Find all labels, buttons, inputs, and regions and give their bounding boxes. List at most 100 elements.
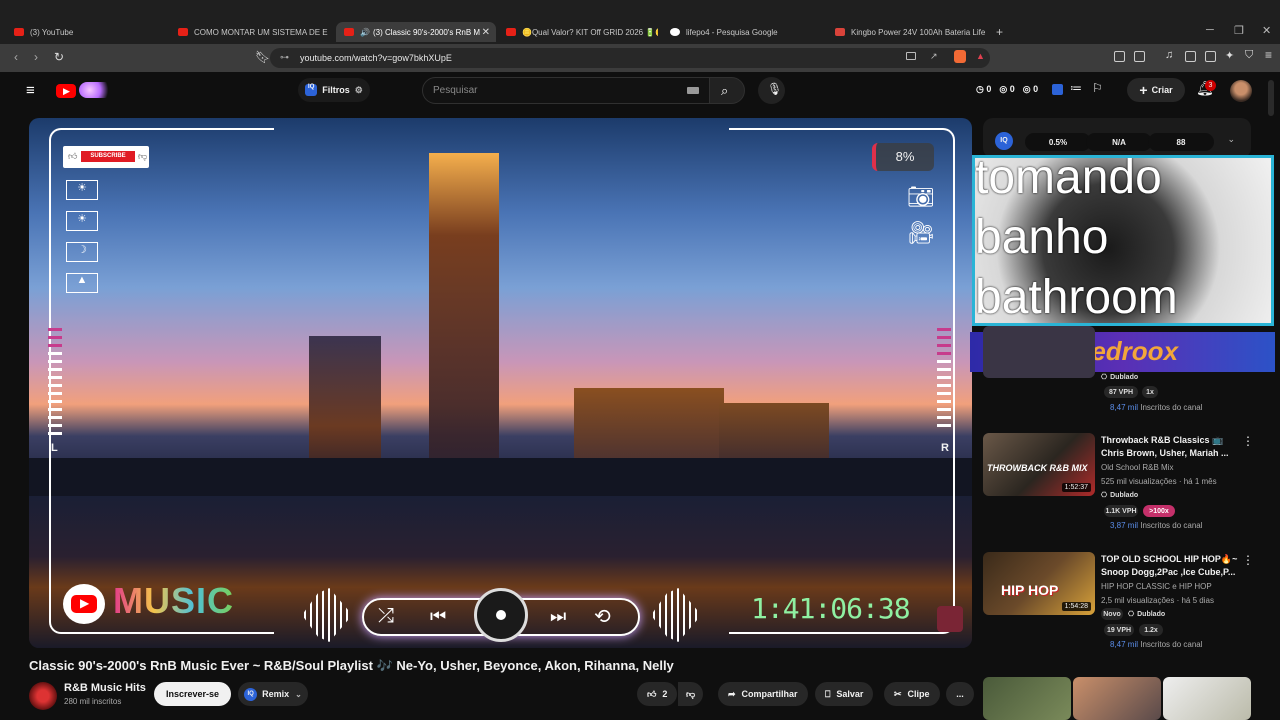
youtube-favicon-icon: [506, 28, 516, 36]
vpn-icon[interactable]: ⛉: [1245, 49, 1253, 62]
duration-badge: 1:52:37: [1061, 483, 1091, 492]
scissors-icon: ✂: [894, 688, 902, 699]
youtube-logo[interactable]: ▶: [56, 84, 76, 98]
video-player[interactable]: 👍︎ SUBSCRIBE 👎︎ ☀ ☀ ☽ ▲ L R 8% 📷︎ 🎥︎ ▶ M…: [29, 118, 972, 648]
hamburger-menu-icon[interactable]: ≡: [26, 82, 35, 99]
more-options-icon[interactable]: ⋮: [1242, 553, 1254, 567]
channel-subs: 3,87 mil Inscritos do canal: [1110, 521, 1203, 530]
back-icon[interactable]: ‹: [14, 50, 18, 64]
video-thumbnail[interactable]: [983, 326, 1095, 378]
filters-button[interactable]: IQ Filtros ⚙: [298, 78, 370, 102]
stat-pill: N/A: [1086, 133, 1152, 151]
moon-icon: ☽: [66, 242, 98, 262]
iq-icon: IQ: [995, 132, 1013, 150]
avatar[interactable]: [1230, 80, 1252, 102]
close-window-icon[interactable]: ✕: [1262, 24, 1271, 37]
iq-icon[interactable]: [1052, 84, 1063, 95]
notifications-badge: 3: [1205, 80, 1216, 91]
extension-icon[interactable]: [1114, 51, 1125, 62]
dislike-button[interactable]: 👎︎: [678, 682, 704, 706]
close-tab-icon[interactable]: ✕: [482, 27, 490, 38]
extension-icon[interactable]: [1134, 51, 1145, 62]
save-button[interactable]: ⎕ Salvar: [815, 682, 874, 706]
remix-button[interactable]: IQ Remix ⌄: [238, 682, 308, 706]
video-title[interactable]: TOP OLD SCHOOL HIP HOP🔥~ Snoop Dogg,2Pac …: [1101, 553, 1241, 579]
music-icon[interactable]: ♫: [1165, 49, 1173, 61]
iq-icon: IQ: [305, 84, 318, 96]
ratio-chip: >100x: [1143, 505, 1175, 517]
more-options-icon[interactable]: ⋮: [1242, 434, 1254, 448]
tab-kingbo[interactable]: Kingbo Power 24V 100Ah Bateria Life: [835, 22, 985, 42]
share-button[interactable]: ➦ Compartilhar: [718, 682, 808, 706]
scrollbar[interactable]: [1268, 80, 1274, 116]
webcam-overlay: tomando banho bathroom: [972, 155, 1274, 326]
frame-left: [49, 128, 274, 634]
ai-icon[interactable]: ✦: [1225, 49, 1234, 62]
more-actions-button[interactable]: ...: [946, 682, 974, 706]
address-bar[interactable]: ⊶ youtube.com/watch?v=gow7bkhXUpE ↗ ▲: [270, 48, 990, 68]
previous-icon[interactable]: ⏮: [430, 606, 446, 627]
tab-como-montar[interactable]: COMO MONTAR UM SISTEMA DE EN: [178, 22, 328, 42]
keyboard-icon[interactable]: [687, 87, 699, 94]
overlay-caption: banho: [975, 211, 1109, 264]
short-thumbnail[interactable]: [1073, 677, 1161, 720]
bookmark-icon[interactable]: 🔖︎: [255, 50, 270, 64]
site-info-icon[interactable]: ⊶: [280, 52, 289, 63]
next-icon[interactable]: ⏭: [550, 606, 566, 627]
tab-lifepo4[interactable]: lifepo4 - Pesquisa Google: [670, 22, 820, 42]
channel-avatar[interactable]: [29, 682, 57, 710]
youtube-favicon-icon: [178, 28, 188, 36]
filter-sliders-icon: ⚙: [354, 84, 363, 95]
channel-name[interactable]: R&B Music Hits: [64, 682, 146, 694]
doodle-logo[interactable]: [79, 82, 115, 98]
clip-button[interactable]: ✂ Clipe: [884, 682, 940, 706]
record-disc-icon[interactable]: [474, 588, 528, 642]
thumbnail-icon: [937, 606, 963, 632]
maximize-icon[interactable]: ❐: [1234, 24, 1244, 37]
bookmark-icon: ⎕: [825, 688, 831, 699]
tab-classic-rnb[interactable]: 🔊 (3) Classic 90's-2000's RnB M ✕: [336, 22, 496, 42]
tab-kit-off-grid[interactable]: 🪙Qual Valor? KIT Off GRID 2026 🔋🪙: [506, 22, 658, 42]
video-thumbnail[interactable]: THROWBACK R&B MIX 1:52:37: [983, 433, 1095, 496]
dubbed-tag: ⎔ Dublado: [1101, 491, 1139, 500]
subscriber-count: 280 mil inscritos: [64, 697, 122, 706]
create-button[interactable]: + Criar: [1127, 78, 1185, 102]
cast-icon[interactable]: [906, 52, 916, 60]
reload-icon[interactable]: ↻: [54, 50, 64, 64]
like-button[interactable]: 👍︎ 2: [637, 682, 678, 706]
channel-name[interactable]: HIP HOP CLASSIC e HIP HOP: [1101, 582, 1212, 591]
video-thumbnail[interactable]: HIP HOP 1:54:28: [983, 552, 1095, 615]
short-thumbnail[interactable]: [983, 677, 1071, 720]
short-thumbnail[interactable]: [1163, 677, 1251, 720]
video-title: Classic 90's-2000's RnB Music Ever ~ R&B…: [29, 658, 674, 673]
microphone-icon: 🎙︎: [767, 82, 783, 96]
voice-search-button[interactable]: 🎙︎: [758, 77, 785, 104]
search-button[interactable]: ⌕: [709, 77, 745, 104]
menu-icon[interactable]: ≡: [1265, 48, 1272, 62]
search-input[interactable]: Pesquisar: [422, 77, 710, 104]
list-icon[interactable]: ≔: [1070, 81, 1082, 95]
sidebar-icon[interactable]: [1185, 51, 1196, 62]
video-meta: 2,5 mil visualizações · há 5 dias: [1101, 596, 1214, 605]
tab-youtube[interactable]: (3) YouTube: [14, 22, 174, 42]
forward-icon[interactable]: ›: [34, 50, 38, 64]
minimize-icon[interactable]: ─: [1206, 24, 1214, 36]
chevron-down-icon[interactable]: ⌄: [1227, 134, 1235, 145]
new-tab-button[interactable]: +: [996, 22, 1010, 42]
share-page-icon[interactable]: ↗: [930, 51, 938, 62]
plus-icon: +: [1139, 82, 1148, 98]
google-favicon-icon: [670, 28, 680, 36]
music-logo-text: MUSIC: [113, 580, 234, 621]
youtube-play-logo: ▶: [63, 584, 105, 624]
ribbon-icon[interactable]: ⚐: [1092, 81, 1103, 95]
speaker-icon: 🔊: [360, 27, 370, 37]
subscribe-button[interactable]: Inscrever-se: [154, 682, 231, 706]
brave-shield-icon[interactable]: [954, 50, 966, 63]
channel-name[interactable]: Old School R&B Mix: [1101, 463, 1173, 472]
shuffle-icon[interactable]: ⤮: [378, 605, 394, 628]
vph-chip: 1.1K VPH: [1104, 505, 1138, 517]
wallet-icon[interactable]: [1205, 51, 1216, 62]
brave-rewards-icon[interactable]: ▲: [976, 51, 985, 61]
repeat-icon[interactable]: ⟲: [594, 604, 611, 629]
video-title[interactable]: Throwback R&B Classics 📺 Chris Brown, Ush…: [1101, 434, 1241, 460]
